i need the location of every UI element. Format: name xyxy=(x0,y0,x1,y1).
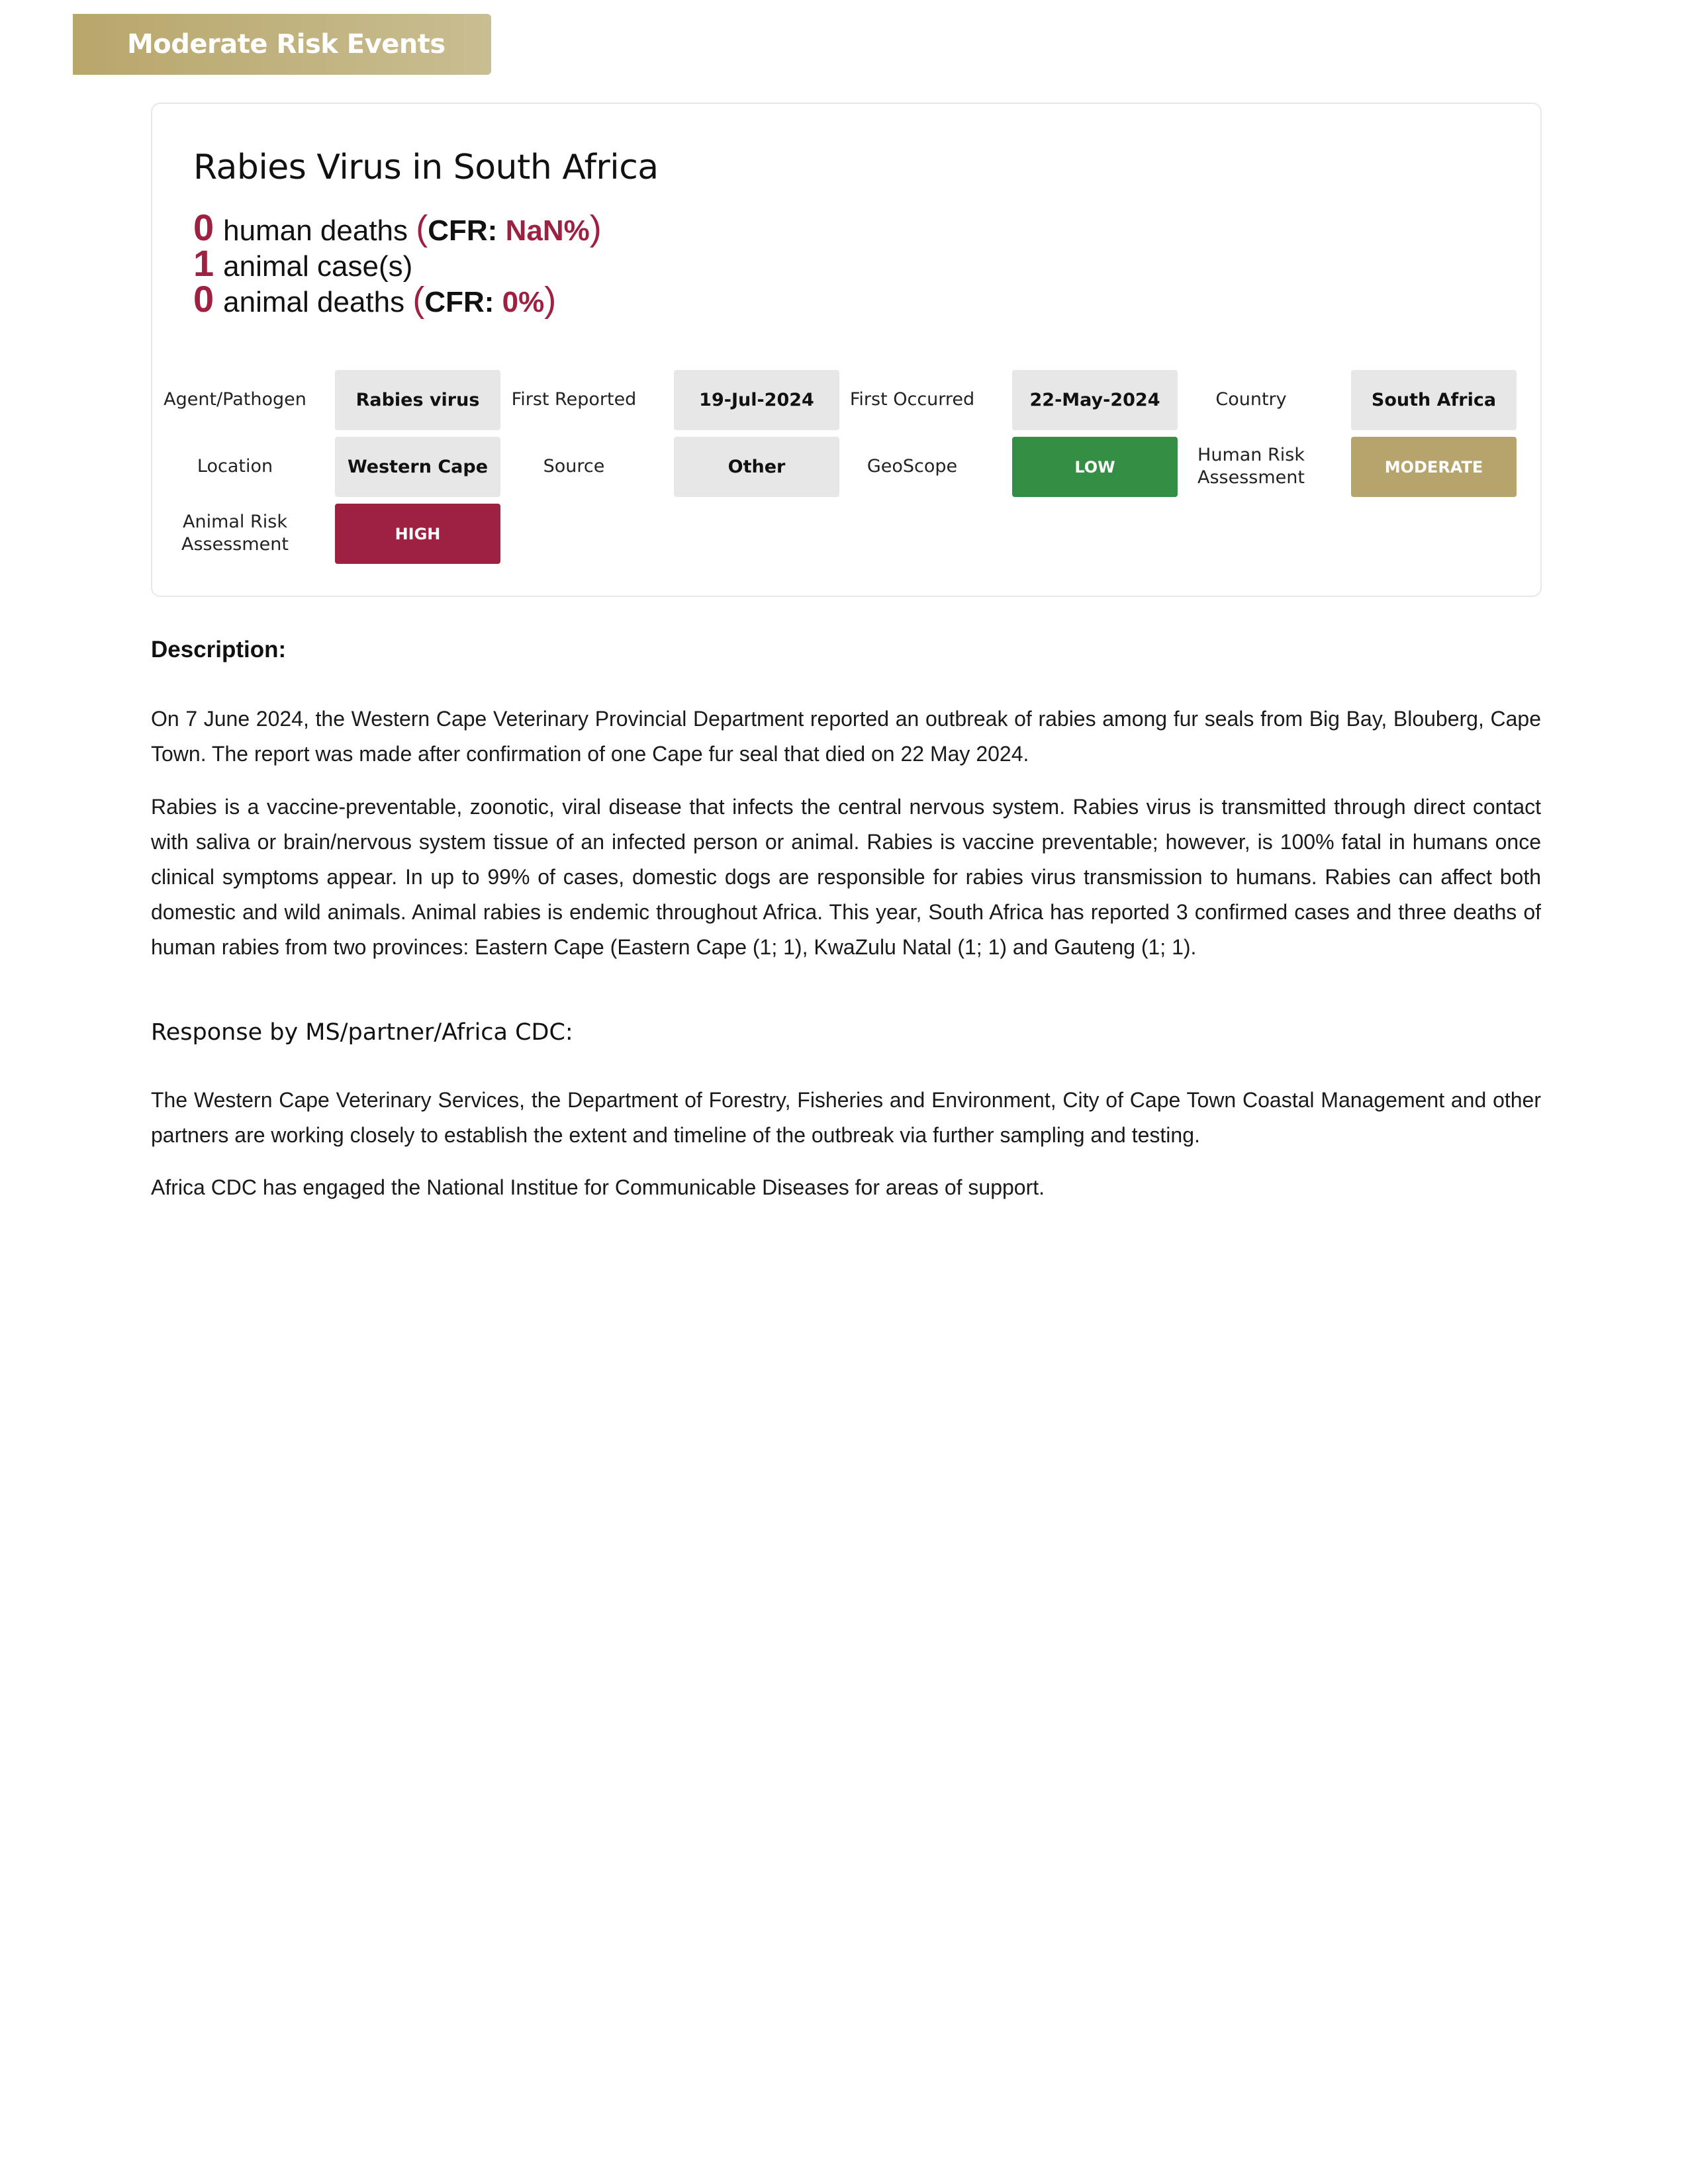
description-paragraph-2: Rabies is a vaccine-preventable, zoonoti… xyxy=(151,795,1541,959)
description-heading: Description: xyxy=(151,637,287,662)
event-card: Rabies Virus in South Africa 0 human deat… xyxy=(151,103,1542,597)
animal-cases-stat: 1 animal case(s) xyxy=(193,245,602,283)
first-occurred-value: 22-May-2024 xyxy=(1012,370,1178,430)
response-heading: Response by MS/partner/Africa CDC: xyxy=(151,1019,573,1046)
country-label: Country xyxy=(1215,389,1287,410)
response-paragraph-2: Africa CDC has engaged the National Inst… xyxy=(151,1175,1045,1199)
agent-label: Agent/Pathogen xyxy=(164,389,306,410)
location-value: Western Cape xyxy=(335,437,500,497)
human-deaths-stat: 0 human deaths (CFR: NaN%) xyxy=(193,206,602,248)
animal-cases-label: animal case(s) xyxy=(223,250,413,283)
human-risk-label: Human Risk Assessment xyxy=(1197,445,1305,488)
first-reported-label: First Reported xyxy=(511,389,637,410)
country-value: South Africa xyxy=(1351,370,1517,430)
human-cfr-label: CFR: xyxy=(428,214,498,247)
animal-deaths-count: 0 xyxy=(193,278,214,320)
animal-cfr-label: CFR: xyxy=(424,286,494,318)
description-paragraph-1: On 7 June 2024, the Western Cape Veterin… xyxy=(151,707,1541,766)
animal-risk-label: Animal Risk Assessment xyxy=(181,512,289,555)
event-stats: 0 human deaths (CFR: NaN%) 1 animal case(s… xyxy=(193,206,602,320)
human-deaths-label: human deaths xyxy=(223,214,408,247)
risk-category-banner: Moderate Risk Events xyxy=(73,14,491,75)
animal-cfr-value: 0% xyxy=(502,286,545,318)
animal-deaths-stat: 0 animal deaths (CFR: 0%) xyxy=(193,278,557,320)
source-value: Other xyxy=(674,437,839,497)
location-label: Location xyxy=(197,456,273,477)
human-cfr-value: NaN% xyxy=(505,214,590,247)
animal-risk-badge: HIGH xyxy=(335,504,500,564)
human-risk-badge: MODERATE xyxy=(1351,437,1517,497)
animal-deaths-label: animal deaths xyxy=(223,286,405,318)
agent-value: Rabies virus xyxy=(335,370,500,430)
first-occurred-label: First Occurred xyxy=(849,389,975,410)
geoscope-label: GeoScope xyxy=(867,456,958,477)
geoscope-badge: LOW xyxy=(1012,437,1178,497)
event-title: Rabies Virus in South Africa xyxy=(193,148,659,187)
first-reported-value: 19-Jul-2024 xyxy=(674,370,839,430)
response-paragraph-1: The Western Cape Veterinary Services, th… xyxy=(151,1088,1541,1147)
source-label: Source xyxy=(543,456,605,477)
